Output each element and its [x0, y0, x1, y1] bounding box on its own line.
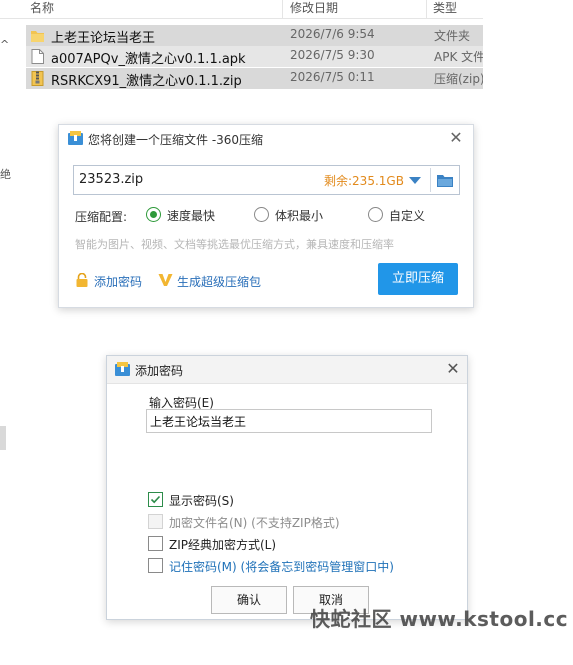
compress-dialog-title: 您将创建一个压缩文件 -360压缩 [88, 133, 264, 147]
radio-circle [146, 207, 161, 222]
navigation-pane-edge: ^ 绝 [0, 18, 11, 665]
app-360-icon [68, 131, 83, 145]
add-password-label: 添加密码 [94, 275, 143, 289]
file-type: 文件夹 [434, 29, 471, 43]
dropdown-arrow-icon[interactable] [409, 177, 421, 184]
column-header-date[interactable]: 修改日期 [290, 0, 338, 16]
compress-dialog: 您将创建一个压缩文件 -360压缩 ✕ 23523.zip 剩余:235.1GB… [58, 124, 474, 308]
nav-item-fragment[interactable]: 绝 [0, 166, 11, 182]
file-name: a007APQv_激情之心v0.1.1.apk [51, 52, 246, 67]
radio-circle [368, 207, 383, 222]
radio-label: 速度最快 [167, 209, 216, 223]
pin-glyph: ^ [0, 38, 10, 51]
checkbox-box [148, 558, 163, 573]
password-dialog-title-bar[interactable]: 添加密码 ✕ [107, 356, 467, 384]
file-row[interactable]: RSRKCX91_激情之心v0.1.1.zip 2026/7/5 0:11 压缩… [26, 68, 483, 89]
compress-dialog-title-bar[interactable]: 您将创建一个压缩文件 -360压缩 ✕ [59, 125, 473, 153]
password-value: 上老王论坛当老王 [150, 415, 247, 429]
archive-filename: 23523.zip [79, 172, 144, 187]
compress-now-button[interactable]: 立即压缩 [378, 263, 458, 295]
checkbox-box [148, 536, 163, 551]
create-sfx-label: 生成超级压缩包 [177, 275, 262, 289]
file-type: APK 文件 [434, 50, 483, 64]
checkbox-label: ZIP经典加密方式(L) [169, 538, 277, 552]
file-date: 2026/7/6 9:54 [290, 27, 375, 41]
close-icon[interactable]: ✕ [448, 130, 464, 146]
folder-icon [31, 31, 44, 42]
free-space-label: 剩余:235.1GB [324, 174, 404, 188]
folder-open-icon [437, 175, 453, 187]
nav-scrollbar[interactable] [0, 426, 6, 450]
v-badge-icon [158, 274, 173, 286]
file-name: 上老王论坛当老王 [51, 31, 156, 46]
app-360-icon [115, 362, 130, 376]
compress-hint: 智能为图片、视频、文档等挑选最优压缩方式，兼具速度和压缩率 [75, 238, 394, 251]
checkbox-label: 加密文件名(N) (不支持ZIP格式) [169, 516, 340, 530]
lock-icon [76, 273, 88, 287]
password-field[interactable]: 上老王论坛当老王 [146, 409, 432, 433]
ok-button[interactable]: 确认 [211, 586, 287, 614]
password-dialog-title: 添加密码 [135, 364, 184, 378]
radio-label: 自定义 [389, 209, 426, 223]
file-row[interactable]: a007APQv_激情之心v0.1.1.apk 2026/7/5 9:30 AP… [26, 46, 483, 67]
site-watermark: 快蛇社区 www.kstool.cc [310, 607, 569, 631]
zip-icon [31, 71, 44, 86]
column-header-type[interactable]: 类型 [433, 0, 457, 16]
column-headers: 名称 修改日期 类型 [0, 0, 483, 19]
file-type: 压缩(zip) [434, 72, 483, 86]
file-date: 2026/7/5 9:30 [290, 48, 375, 62]
file-row[interactable]: 上老王论坛当老王 2026/7/6 9:54 文件夹 [26, 25, 483, 46]
file-name: RSRKCX91_激情之心v0.1.1.zip [51, 74, 242, 89]
add-password-dialog: 添加密码 ✕ 输入密码(E) 上老王论坛当老王 显示密码(S) 加密文件名(N)… [106, 355, 468, 620]
checkbox-box [148, 514, 163, 529]
column-separator[interactable] [426, 0, 427, 18]
column-header-name[interactable]: 名称 [30, 0, 54, 16]
browse-folder-button[interactable] [430, 168, 459, 192]
radio-label: 体积最小 [275, 209, 324, 223]
checkbox-box [148, 492, 163, 507]
radio-circle [254, 207, 269, 222]
column-separator[interactable] [282, 0, 283, 18]
archive-path-field[interactable]: 23523.zip 剩余:235.1GB [73, 165, 460, 195]
file-date: 2026/7/5 0:11 [290, 70, 375, 84]
compress-config-label: 压缩配置: [75, 210, 128, 224]
close-icon[interactable]: ✕ [445, 361, 461, 377]
checkbox-label: 显示密码(S) [169, 494, 234, 508]
checkbox-label: 记住密码(M) (将会备忘到密码管理窗口中) [169, 560, 394, 574]
check-icon [150, 495, 161, 504]
file-icon [31, 49, 44, 64]
